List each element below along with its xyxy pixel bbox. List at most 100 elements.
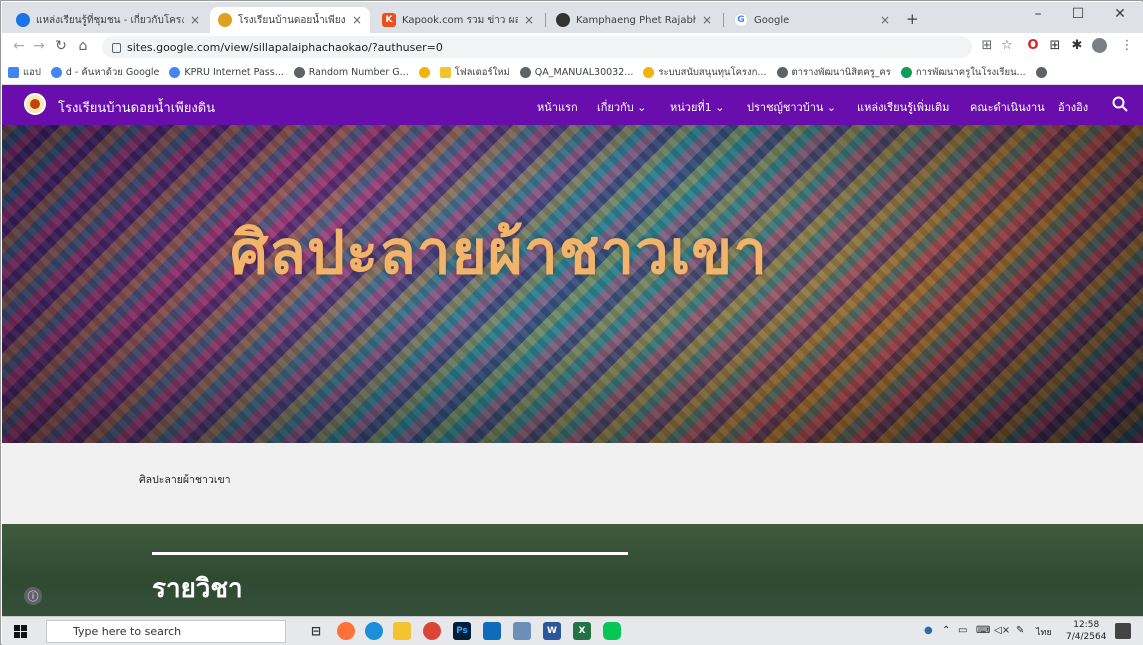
tray-keyboard-icon[interactable]: ⌨ (976, 625, 990, 636)
school-logo[interactable] (24, 93, 46, 115)
divider (152, 552, 628, 555)
lock-icon (112, 43, 121, 53)
nav-item-committee[interactable]: คณะดำเนินงาน (970, 98, 1045, 116)
bookmark-logo-icon (418, 67, 430, 78)
screen: แหล่งเรียนรู้ที่ชุมชน - เกี่ยวกับโครงการ… (0, 0, 1143, 645)
site-name[interactable]: โรงเรียนบ้านดอยน้ำเพียงดิน (58, 97, 215, 118)
nav-item-home[interactable]: หน้าแรก (537, 98, 578, 130)
windows-taskbar: Type here to search ⊟ Ps W X ● ⌃ ▭ ⌨ ◁× … (2, 616, 1143, 645)
bookmark-apps[interactable]: แอป (8, 65, 41, 80)
bookmark-item[interactable]: Random Number G... (293, 67, 409, 78)
bookmark-item[interactable]: d - ค้นหาด้วย Google (50, 65, 159, 80)
line-icon[interactable] (603, 622, 621, 640)
bookmark-item[interactable]: การพัฒนาครูในโรงเรียน... (900, 65, 1026, 80)
taskbar-search-input[interactable]: Type here to search (46, 620, 286, 643)
nav-item-unit1[interactable]: หน่วยที่1 ⌄ (670, 98, 724, 116)
info-icon[interactable]: ⓘ (24, 587, 42, 605)
close-window-icon[interactable]: ✕ (1106, 6, 1134, 22)
nav-item-references[interactable]: อ้างอิง (1058, 98, 1088, 116)
opera-extension-icon[interactable]: O (1024, 38, 1042, 53)
mail-icon[interactable] (483, 622, 501, 640)
tab-favicon-icon: K (382, 13, 396, 27)
tab-separator (545, 13, 546, 27)
globe-icon (519, 67, 531, 78)
nav-item-about[interactable]: เกี่ยวกับ ⌄ (597, 98, 646, 116)
hero-title: ศิลปะลายผ้าชาวเขา (230, 218, 768, 288)
bookmark-item[interactable]: ตารางพัฒนานิสิตครู_คร (776, 65, 891, 80)
bookmark-item[interactable] (1035, 67, 1047, 78)
nav-item-local-sages[interactable]: ปราชญ์ชาวบ้าน ⌄ (747, 98, 836, 116)
home-icon[interactable]: ⌂ (74, 38, 92, 54)
bookmark-item[interactable]: ระบบสนับสนุนทุนโครงก... (643, 65, 767, 80)
excel-icon[interactable]: X (573, 622, 591, 640)
close-icon[interactable]: × (190, 13, 200, 27)
task-view-icon[interactable]: ⊟ (307, 622, 325, 640)
tray-pen-icon[interactable]: ✎ (1016, 625, 1024, 636)
profile-avatar[interactable] (1090, 38, 1108, 57)
apps-grid-icon (8, 67, 19, 78)
app-icon[interactable] (513, 622, 531, 640)
windows-start-icon[interactable] (14, 625, 27, 638)
tray-cloud-icon[interactable]: ● (924, 625, 933, 636)
globe-icon (776, 67, 788, 78)
forward-icon[interactable]: → (30, 38, 48, 54)
bookmark-item[interactable] (418, 67, 430, 78)
photoshop-icon[interactable]: Ps (453, 622, 471, 640)
google-icon (169, 67, 181, 78)
edge-icon[interactable] (365, 622, 383, 640)
tab-title: แหล่งเรียนรู้ที่ชุมชน - เกี่ยวกับโครงการ (36, 14, 184, 26)
bookmark-logo-icon (643, 67, 655, 78)
bookmarks-bar: แอป d - ค้นหาด้วย Google KPRU Internet P… (2, 61, 1143, 85)
new-tab-button[interactable]: + (906, 10, 919, 28)
course-section: รายวิชา ⓘ (2, 524, 1143, 616)
browser-toolbar: ← → ↻ ⌂ sites.google.com/view/sillapalai… (2, 33, 1143, 61)
tray-chevron-up-icon[interactable]: ⌃ (942, 625, 950, 636)
search-icon[interactable] (1111, 95, 1129, 113)
tab-title: Google (754, 14, 790, 26)
maximize-icon[interactable]: ☐ (1064, 6, 1092, 22)
translate-icon[interactable]: ⊞ (978, 38, 996, 53)
globe-icon (1035, 67, 1047, 78)
close-icon[interactable]: × (702, 13, 712, 27)
bookmark-folder[interactable]: โฟลเดอร์ใหม่ (439, 65, 510, 80)
close-icon[interactable]: × (524, 13, 534, 27)
tab-favicon-icon: G (734, 13, 748, 27)
tab-favicon-icon (556, 13, 570, 27)
address-bar[interactable]: sites.google.com/view/sillapalaiphachaok… (102, 36, 972, 58)
notification-icon[interactable] (1115, 623, 1131, 639)
tray-volume-icon[interactable]: ◁× (994, 625, 1010, 636)
firefox-icon[interactable] (337, 622, 355, 640)
back-icon[interactable]: ← (10, 38, 28, 54)
extensions-puzzle-icon[interactable]: ✱ (1068, 38, 1086, 53)
browser-tab[interactable]: K Kapook.com รวม ข่าว ผลบอล ดารา × (374, 7, 542, 33)
close-icon[interactable]: × (880, 13, 890, 27)
tab-separator (723, 13, 724, 27)
browser-tab-active[interactable]: โรงเรียนบ้านดอยน้ำเพียงดิน × (210, 7, 370, 33)
file-explorer-icon[interactable] (393, 622, 411, 640)
tab-favicon-icon (16, 13, 30, 27)
browser-tab[interactable]: G Google × (726, 7, 898, 33)
grid-extension-icon[interactable]: ⊞ (1046, 38, 1064, 53)
globe-icon (293, 67, 305, 78)
browser-tab[interactable]: Kamphaeng Phet Rajabhat Unive × (548, 7, 720, 33)
tab-title: โรงเรียนบ้านดอยน้ำเพียงดิน (238, 14, 346, 26)
clock-date: 7/4/2564 (1066, 632, 1107, 642)
nav-item-extra-resources[interactable]: แหล่งเรียนรู้เพิ่มเติม (857, 98, 949, 116)
folder-icon (439, 67, 451, 78)
close-icon[interactable]: × (352, 13, 362, 27)
reload-icon[interactable]: ↻ (52, 38, 70, 54)
site-header: โรงเรียนบ้านดอยน้ำเพียงดิน หน้าแรก เกี่ย… (2, 85, 1143, 130)
minimize-icon[interactable]: – (1024, 6, 1052, 22)
tray-network-icon[interactable]: ▭ (958, 625, 967, 636)
word-icon[interactable]: W (543, 622, 561, 640)
bookmark-item[interactable]: KPRU Internet Pass... (169, 67, 284, 78)
language-indicator[interactable]: ไทย (1036, 625, 1052, 639)
menu-kebab-icon[interactable]: ⋮ (1118, 38, 1136, 53)
system-clock[interactable]: 12:58 7/4/2564 (1066, 619, 1106, 643)
bookmark-item[interactable]: QA_MANUAL30032... (519, 67, 633, 78)
tab-favicon-icon (218, 13, 232, 27)
bookmark-star-icon[interactable]: ☆ (998, 38, 1016, 53)
section-title: รายวิชา (152, 574, 243, 604)
chrome-icon[interactable] (423, 622, 441, 640)
browser-tab[interactable]: แหล่งเรียนรู้ที่ชุมชน - เกี่ยวกับโครงการ… (8, 7, 208, 33)
